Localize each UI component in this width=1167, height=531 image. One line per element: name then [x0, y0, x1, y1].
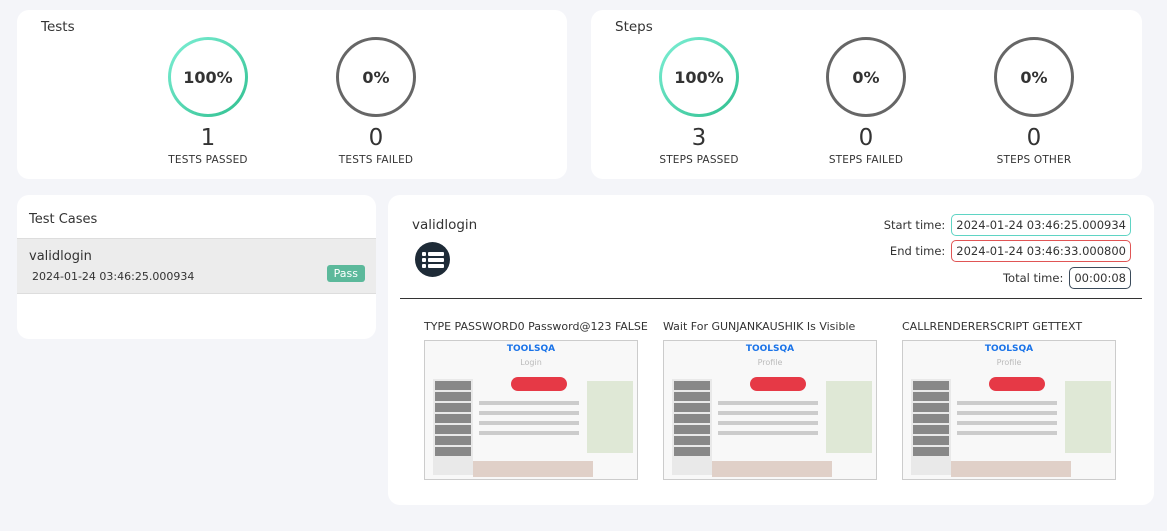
screenshot-logo: TOOLSQA [745, 344, 795, 354]
tests-passed-count: 1 [200, 125, 216, 151]
steps-failed-count: 0 [858, 125, 874, 151]
step-item: Wait For GUNJANKAUSHIK Is Visible TOOLSQ… [663, 320, 878, 480]
screenshot-sidebar-ad [587, 381, 633, 453]
total-time-value: 00:00:08 [1069, 267, 1131, 289]
list-toggle-button[interactable] [415, 242, 450, 277]
steps-failed-stat: 0% 0 STEPS FAILED [806, 37, 926, 166]
screenshot-form [957, 401, 1057, 441]
end-time-row: End time: 2024-01-24 03:46:33.000800 [890, 240, 1131, 262]
screenshot-heading: Profile [757, 358, 783, 367]
divider [400, 298, 1142, 299]
test-cases-title: Test Cases [29, 212, 98, 227]
total-time-row: Total time: 00:00:08 [1003, 267, 1131, 289]
screenshot-nav [911, 379, 951, 475]
steps-passed-ring: 100% [659, 37, 739, 117]
tests-failed-label: TESTS FAILED [338, 154, 414, 166]
test-case-timestamp: 2024-01-24 03:46:25.000934 [32, 270, 195, 283]
steps-passed-count: 3 [691, 125, 707, 151]
detail-test-name: validlogin [412, 217, 478, 233]
end-time-label: End time: [889, 244, 946, 258]
steps-failed-label: STEPS FAILED [828, 154, 904, 166]
step-title: CALLRENDERERSCRIPT GETTEXT [902, 320, 1083, 333]
steps-summary-card: Steps 100% 3 STEPS PASSED 0% 0 STEPS FAI… [591, 10, 1142, 179]
screenshot-banner [750, 377, 806, 391]
screenshot-nav [672, 379, 712, 475]
steps-passed-label: STEPS PASSED [659, 154, 739, 166]
step-item: CALLRENDERERSCRIPT GETTEXT TOOLSQA Profi… [902, 320, 1117, 480]
tests-passed-stat: 100% 1 TESTS PASSED [148, 37, 268, 166]
list-icon [421, 251, 444, 268]
steps-failed-ring: 0% [826, 37, 906, 117]
screenshot-sidebar-ad [826, 381, 872, 453]
test-detail-card: validlogin Start time: 2024-01-24 03:46:… [388, 195, 1154, 505]
total-time-label: Total time: [1002, 271, 1064, 285]
screenshot-heading: Profile [996, 358, 1022, 367]
tests-card-title: Tests [41, 19, 75, 35]
tests-failed-ring: 0% [336, 37, 416, 117]
steps-other-stat: 0% 0 STEPS OTHER [974, 37, 1094, 166]
test-cases-card: Test Cases validlogin 2024-01-24 03:46:2… [17, 195, 376, 339]
steps-other-label: STEPS OTHER [996, 154, 1072, 166]
step-title: TYPE PASSWORD0 Password@123 FALSE [424, 320, 648, 333]
steps-other-count: 0 [1026, 125, 1042, 151]
tests-passed-ring: 100% [168, 37, 248, 117]
screenshot-form [479, 401, 579, 441]
screenshot-footer [951, 461, 1071, 477]
steps-other-ring: 0% [994, 37, 1074, 117]
end-time-value: 2024-01-24 03:46:33.000800 [951, 240, 1131, 262]
test-case-name: validlogin [29, 249, 92, 264]
start-time-row: Start time: 2024-01-24 03:46:25.000934 [884, 214, 1131, 236]
screenshot-logo: TOOLSQA [506, 344, 556, 354]
steps-card-title: Steps [615, 19, 653, 35]
tests-failed-count: 0 [368, 125, 384, 151]
screenshot-form [718, 401, 818, 441]
tests-failed-stat: 0% 0 TESTS FAILED [316, 37, 436, 166]
test-cases-header: Test Cases [17, 195, 376, 239]
screenshot-banner [511, 377, 567, 391]
step-screenshot[interactable]: TOOLSQA Login [424, 340, 638, 480]
screenshot-footer [473, 461, 593, 477]
screenshot-logo: TOOLSQA [984, 344, 1034, 354]
steps-passed-stat: 100% 3 STEPS PASSED [639, 37, 759, 166]
step-title: Wait For GUNJANKAUSHIK Is Visible [663, 320, 856, 333]
tests-passed-label: TESTS PASSED [168, 154, 248, 166]
screenshot-banner [989, 377, 1045, 391]
step-screenshot[interactable]: TOOLSQA Profile [663, 340, 877, 480]
screenshot-nav [433, 379, 473, 475]
test-case-row[interactable]: validlogin 2024-01-24 03:46:25.000934 Pa… [17, 239, 376, 294]
screenshot-sidebar-ad [1065, 381, 1111, 453]
step-screenshot[interactable]: TOOLSQA Profile [902, 340, 1116, 480]
status-badge: Pass [326, 265, 365, 282]
step-item: TYPE PASSWORD0 Password@123 FALSE TOOLSQ… [424, 320, 648, 480]
screenshot-heading: Login [520, 358, 542, 367]
screenshot-footer [712, 461, 832, 477]
tests-summary-card: Tests 100% 1 TESTS PASSED 0% 0 TESTS FAI… [17, 10, 567, 179]
start-time-label: Start time: [883, 218, 946, 232]
start-time-value: 2024-01-24 03:46:25.000934 [951, 214, 1131, 236]
